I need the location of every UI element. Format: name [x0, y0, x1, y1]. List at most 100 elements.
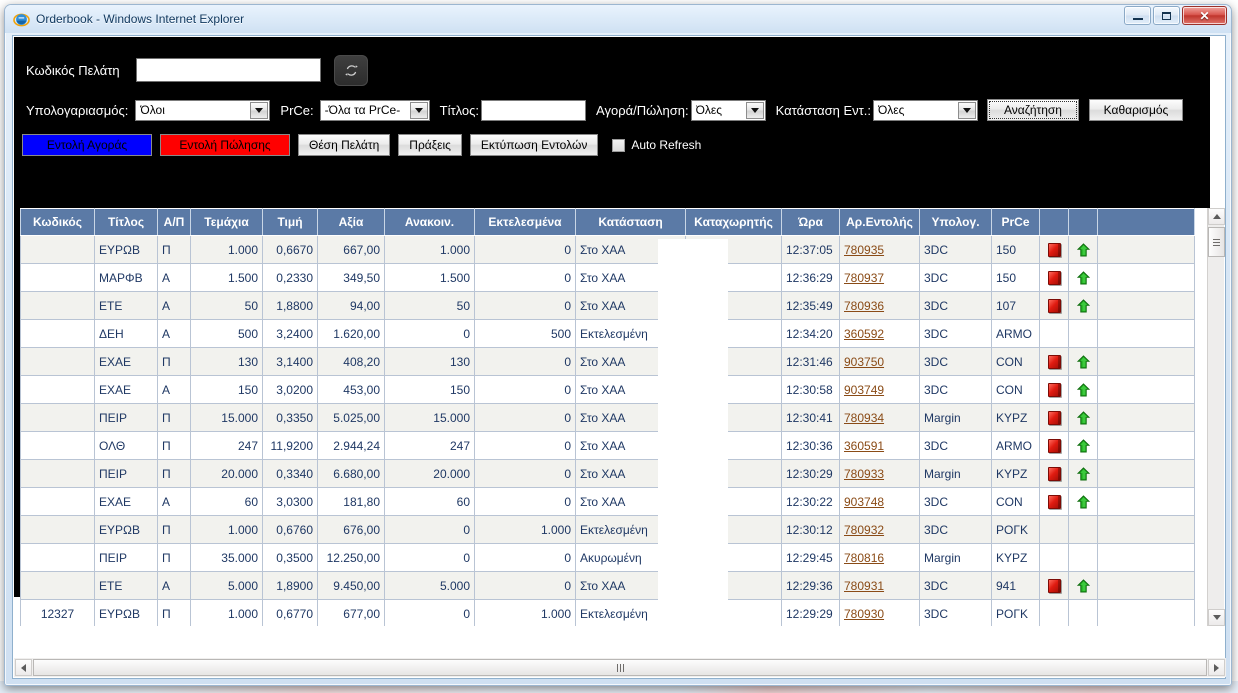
col-timi[interactable]: Τιμή — [262, 208, 318, 236]
col-axia[interactable]: Αξία — [317, 208, 385, 236]
order-number-link[interactable]: 903750 — [844, 355, 884, 369]
scroll-down-icon[interactable] — [1208, 609, 1225, 626]
order-number[interactable]: 780935 — [839, 235, 920, 264]
cancel-icon[interactable] — [1047, 410, 1061, 425]
arrow-up-icon[interactable] — [1076, 242, 1090, 257]
cancel-order-cell[interactable] — [1039, 431, 1069, 460]
order-number-link[interactable]: 780935 — [844, 243, 884, 257]
modify-order-cell[interactable] — [1068, 235, 1098, 264]
order-number-link[interactable]: 780931 — [844, 579, 884, 593]
col-katastasi[interactable]: Κατάσταση — [575, 208, 686, 236]
cancel-order-cell[interactable] — [1039, 403, 1069, 432]
table-row[interactable]: 12327 ΕΥΡΩΒ Π 1.000 0,6770 677,00 0 1.000 Εκτελε… — [20, 599, 1195, 626]
cancel-icon[interactable] — [1047, 578, 1061, 593]
table-row[interactable]: ΕΧΑΕ Α 60 3,0300 181,80 60 0 Στο ΧΑΑ 12:30:22 903… — [20, 487, 1195, 516]
auto-refresh-checkbox[interactable] — [612, 138, 626, 152]
order-number[interactable]: 780816 — [839, 543, 920, 572]
order-number-link[interactable]: 780934 — [844, 411, 884, 425]
scroll-right-icon[interactable] — [1208, 659, 1225, 676]
search-button[interactable]: Αναζήτηση — [987, 99, 1079, 121]
cancel-order-cell[interactable] — [1039, 375, 1069, 404]
table-row[interactable]: ΕΧΑΕ Π 130 3,1400 408,20 130 0 Στο ΧΑΑ 12:31:46 9… — [20, 347, 1195, 376]
col-kodikos[interactable]: Κωδικός — [20, 208, 95, 236]
title-input[interactable] — [481, 99, 587, 121]
col-ar-entolis[interactable]: Αρ.Εντολής — [839, 208, 920, 236]
order-number[interactable]: 780933 — [839, 459, 920, 488]
vertical-scrollbar[interactable] — [1207, 208, 1225, 626]
trades-button[interactable]: Πράξεις — [398, 134, 462, 156]
modify-order-cell[interactable] — [1068, 375, 1098, 404]
col-titlos[interactable]: Τίτλος — [94, 208, 158, 236]
cancel-icon[interactable] — [1047, 354, 1061, 369]
arrow-up-icon[interactable] — [1076, 494, 1090, 509]
order-number-link[interactable]: 780933 — [844, 467, 884, 481]
modify-order-cell[interactable] — [1068, 459, 1098, 488]
maximize-button[interactable] — [1153, 6, 1180, 25]
order-number[interactable]: 360591 — [839, 431, 920, 460]
client-position-button[interactable]: Θέση Πελάτη — [298, 134, 391, 156]
chevron-down-icon[interactable] — [745, 101, 764, 119]
order-number[interactable]: 903750 — [839, 347, 920, 376]
scroll-left-icon[interactable] — [15, 659, 32, 676]
table-row[interactable]: ΕΤΕ Α 50 1,8800 94,00 50 0 Στο ΧΑΑ 12:35:49 78093… — [20, 291, 1195, 320]
chevron-down-icon[interactable] — [250, 101, 269, 119]
col-ap[interactable]: Α/Π — [157, 208, 191, 236]
col-ypolog[interactable]: Υπολογ. — [919, 208, 992, 236]
cancel-icon[interactable] — [1047, 382, 1061, 397]
cancel-icon[interactable] — [1047, 298, 1061, 313]
cancel-icon[interactable] — [1047, 494, 1061, 509]
table-row[interactable]: ΜΑΡΦΒ Α 1.500 0,2330 349,50 1.500 0 Στο ΧΑΑ 12:3… — [20, 263, 1195, 292]
horizontal-scroll-thumb[interactable] — [33, 659, 1207, 676]
order-number-link[interactable]: 780936 — [844, 299, 884, 313]
table-row[interactable]: ΕΤΕ Α 5.000 1,8900 9.450,00 5.000 0 Στο ΧΑΑ 12:2… — [20, 571, 1195, 600]
order-number[interactable]: 780930 — [839, 599, 920, 626]
cancel-order-cell[interactable] — [1039, 263, 1069, 292]
order-number-link[interactable]: 903748 — [844, 495, 884, 509]
cancel-order-cell[interactable] — [1039, 291, 1069, 320]
order-number[interactable]: 780931 — [839, 571, 920, 600]
vertical-scroll-thumb[interactable] — [1208, 227, 1225, 257]
order-number[interactable]: 903748 — [839, 487, 920, 516]
close-button[interactable]: ✕ — [1182, 6, 1227, 25]
arrow-up-icon[interactable] — [1076, 354, 1090, 369]
cancel-icon[interactable] — [1047, 438, 1061, 453]
buy-order-button[interactable]: Εντολή Αγοράς — [22, 134, 152, 156]
col-prce[interactable]: PrCe — [991, 208, 1040, 236]
table-row[interactable]: ΠΕΙΡ Π 35.000 0,3500 12.250,00 0 0 Ακυρωμένη 12:… — [20, 543, 1195, 572]
account-select[interactable]: Όλοι — [135, 99, 271, 121]
col-action-1[interactable] — [1039, 208, 1069, 236]
modify-order-cell[interactable] — [1068, 403, 1098, 432]
cancel-icon[interactable] — [1047, 270, 1061, 285]
cancel-order-cell[interactable] — [1039, 487, 1069, 516]
col-temaxia[interactable]: Τεμάχια — [190, 208, 263, 236]
order-status-select[interactable]: Όλες — [873, 99, 978, 121]
table-row[interactable]: ΕΧΑΕ Α 150 3,0200 453,00 150 0 Στο ΧΑΑ 12:30:58 9… — [20, 375, 1195, 404]
client-code-input[interactable] — [136, 58, 321, 82]
order-number[interactable]: 360592 — [839, 319, 920, 348]
arrow-up-icon[interactable] — [1076, 438, 1090, 453]
cancel-order-cell[interactable] — [1039, 347, 1069, 376]
arrow-up-icon[interactable] — [1076, 410, 1090, 425]
order-number-link[interactable]: 780937 — [844, 271, 884, 285]
table-row[interactable]: ΠΕΙΡ Π 15.000 0,3350 5.025,00 15.000 0 Στο ΧΑΑ 1… — [20, 403, 1195, 432]
table-row[interactable]: ΠΕΙΡ Π 20.000 0,3340 6.680,00 20.000 0 Στο ΧΑΑ 1… — [20, 459, 1195, 488]
arrow-up-icon[interactable] — [1076, 298, 1090, 313]
prce-select[interactable]: -Όλα τα PrCe- — [319, 99, 430, 121]
order-number-link[interactable]: 780930 — [844, 607, 884, 621]
modify-order-cell[interactable] — [1068, 347, 1098, 376]
order-number-link[interactable]: 780816 — [844, 551, 884, 565]
print-orders-button[interactable]: Εκτύπωση Εντολών — [469, 134, 599, 156]
table-row[interactable]: ΕΥΡΩΒ Π 1.000 0,6760 676,00 0 1.000 Εκτελεσμένη… — [20, 515, 1195, 544]
sell-order-button[interactable]: Εντολή Πώλησης — [160, 134, 290, 156]
order-number[interactable]: 780932 — [839, 515, 920, 544]
order-number[interactable]: 780937 — [839, 263, 920, 292]
arrow-up-icon[interactable] — [1076, 382, 1090, 397]
order-number-link[interactable]: 360591 — [844, 439, 884, 453]
col-kataxoritis[interactable]: Καταχωρητής — [685, 208, 782, 236]
modify-order-cell[interactable] — [1068, 431, 1098, 460]
arrow-up-icon[interactable] — [1076, 578, 1090, 593]
cancel-icon[interactable] — [1047, 466, 1061, 481]
table-row[interactable]: ΟΛΘ Π 247 11,9200 2.944,24 247 0 Στο ΧΑΑ 12:30:3… — [20, 431, 1195, 460]
col-ora[interactable]: Ώρα — [781, 208, 840, 236]
minimize-button[interactable] — [1124, 6, 1151, 25]
